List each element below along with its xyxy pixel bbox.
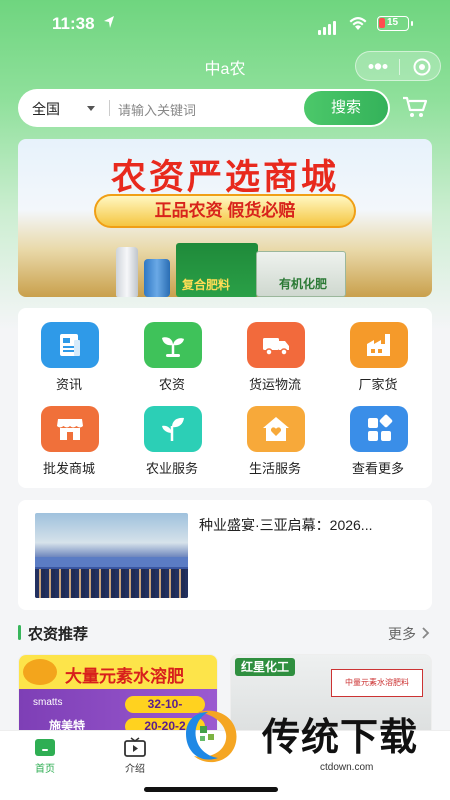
search-divider xyxy=(109,100,110,116)
category-view-more[interactable]: 查看更多 xyxy=(328,392,428,478)
chevron-right-icon[interactable] xyxy=(421,627,430,639)
region-selector[interactable]: 全国 xyxy=(32,99,60,119)
tab-label: 首页 xyxy=(35,764,55,775)
news-icon xyxy=(60,334,80,356)
category-icon-bg xyxy=(144,406,202,452)
shopping-cart-icon[interactable] xyxy=(402,95,428,119)
tab-label: 介绍 xyxy=(125,764,145,775)
battery-icon: 15 xyxy=(377,16,413,31)
category-logistics[interactable]: 货运物流 xyxy=(225,308,325,394)
category-agri-supplies[interactable]: 农资 xyxy=(122,308,222,394)
category-icon-bg xyxy=(350,406,408,452)
truck-icon xyxy=(263,338,289,356)
home-indicator xyxy=(144,787,278,792)
fertilizer-bag-image: 有机化肥 xyxy=(256,251,346,297)
news-card[interactable]: 种业盛宴·三亚启幕：2026... xyxy=(18,500,432,610)
battery-level: 15 xyxy=(387,17,399,28)
factory-icon xyxy=(367,334,390,356)
product-bottle-image xyxy=(116,247,138,297)
category-label: 资讯 xyxy=(55,377,82,392)
sprout-icon xyxy=(162,337,184,357)
category-label: 生活服务 xyxy=(248,461,301,476)
watermark-overlay: 传统下载 ctdown.com xyxy=(170,700,450,780)
category-icon-bg xyxy=(350,322,408,368)
category-label: 查看更多 xyxy=(351,461,404,476)
category-label: 货运物流 xyxy=(248,377,301,392)
product-bottle-image xyxy=(144,259,170,297)
promo-banner[interactable]: 农资严选商城 正品农资 假货必赔 复合肥料 有机化肥 xyxy=(18,139,432,297)
banner-slogan: 正品农资 假货必赔 xyxy=(94,194,356,228)
news-thumbnail xyxy=(35,513,188,598)
search-input[interactable]: 请输入关键词 xyxy=(118,100,196,119)
news-title[interactable]: 种业盛宴·三亚启幕：2026... xyxy=(199,515,419,535)
category-wholesale[interactable]: 批发商城 xyxy=(19,392,119,478)
video-icon xyxy=(124,737,146,757)
grid-more-icon xyxy=(368,414,393,441)
store-icon xyxy=(57,419,83,440)
miniprogram-capsule xyxy=(355,51,441,81)
ctdown-logo-icon xyxy=(186,710,237,763)
wifi-icon xyxy=(349,17,367,30)
status-bar: 11:38 15 xyxy=(0,0,450,46)
category-life-services[interactable]: 生活服务 xyxy=(225,392,325,478)
fertilizer-bag-image: 复合肥料 xyxy=(176,243,258,297)
category-agri-services[interactable]: 农业服务 xyxy=(122,392,222,478)
capsule-divider xyxy=(399,59,400,75)
search-bar: 全国 请输入关键词 搜索 xyxy=(18,89,390,127)
chevron-down-icon[interactable] xyxy=(87,106,95,111)
section-accent-bar xyxy=(18,625,21,640)
category-icon-bg xyxy=(41,322,99,368)
watermark-text: 传统下载 xyxy=(262,715,419,759)
category-icon-bg xyxy=(144,322,202,368)
watermark-url: ctdown.com xyxy=(320,762,374,773)
category-label: 农资 xyxy=(158,377,185,392)
close-miniprogram-icon[interactable] xyxy=(413,58,431,76)
search-button[interactable]: 搜索 xyxy=(304,91,388,125)
product-brand: smatts xyxy=(33,697,63,708)
category-label: 批发商城 xyxy=(42,461,95,476)
category-grid: 资讯 农资 货运物流 厂家货 批发商城 农业服务 生活服务 查看更多 xyxy=(18,308,432,488)
product-label: 中量元素水溶肥料 xyxy=(331,669,423,697)
more-dots-icon[interactable] xyxy=(368,63,388,70)
category-icon-bg xyxy=(247,406,305,452)
bag-label: 复合肥料 xyxy=(182,278,231,292)
product-badge: 红星化工 xyxy=(235,658,296,676)
bag-label: 有机化肥 xyxy=(279,277,328,291)
tab-home[interactable]: 首页 xyxy=(15,737,75,777)
category-factory-goods[interactable]: 厂家货 xyxy=(328,308,428,394)
category-label: 农业服务 xyxy=(145,461,198,476)
brand-logo-icon xyxy=(23,659,57,685)
section-header: 农资推荐 更多 xyxy=(18,622,432,644)
seedling-icon xyxy=(162,417,184,441)
home-icon xyxy=(35,739,55,756)
category-icon-bg xyxy=(247,322,305,368)
tab-intro[interactable]: 介绍 xyxy=(105,737,165,777)
status-time: 11:38 xyxy=(52,14,95,33)
house-heart-icon xyxy=(263,417,289,441)
category-news[interactable]: 资讯 xyxy=(19,308,119,394)
cellular-signal-icon xyxy=(318,17,338,35)
category-label: 厂家货 xyxy=(358,377,398,392)
section-title: 农资推荐 xyxy=(28,626,89,643)
banner-headline: 农资严选商城 xyxy=(110,158,339,198)
category-icon-bg xyxy=(41,406,99,452)
location-arrow-icon xyxy=(104,16,114,28)
product-headline: 大量元素水溶肥 xyxy=(65,667,184,686)
more-link[interactable]: 更多 xyxy=(388,624,416,644)
